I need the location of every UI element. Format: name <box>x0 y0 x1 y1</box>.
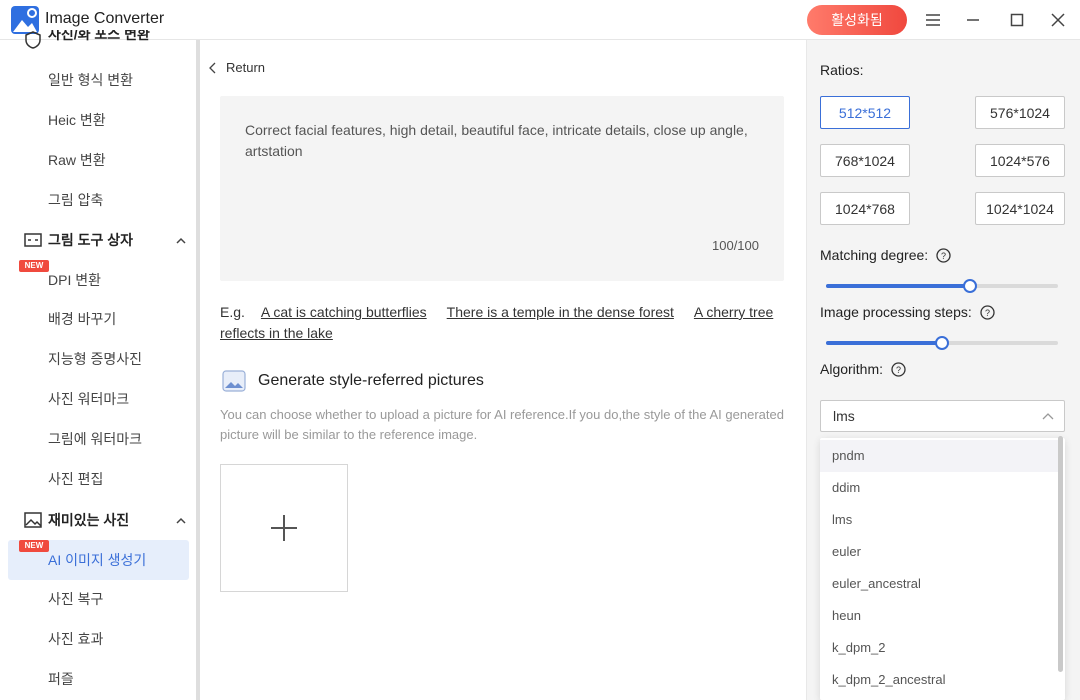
ratio-option-768x1024[interactable]: 768*1024 <box>820 144 910 177</box>
algorithm-option-euler-ancestral[interactable]: euler_ancestral <box>820 568 1058 600</box>
new-badge: NEW <box>19 540 49 552</box>
algorithm-option-ddim[interactable]: ddim <box>820 472 1058 504</box>
sidebar-item-heic[interactable]: Heic 변환 <box>8 100 189 140</box>
example-link[interactable]: A cat is catching butterflies <box>261 304 427 320</box>
sidebar-item-general-format[interactable]: 일반 형식 변환 <box>8 60 189 100</box>
sidebar-group-toolbox[interactable]: 그림 도구 상자 <box>24 230 133 250</box>
picture-icon <box>222 370 246 392</box>
activate-button[interactable]: 활성화됨 <box>807 5 907 35</box>
return-button[interactable]: Return <box>208 60 265 75</box>
matching-degree-slider[interactable] <box>826 279 1058 293</box>
algorithm-select[interactable]: lms <box>820 400 1065 432</box>
plus-icon <box>271 515 297 541</box>
chevron-up-icon[interactable] <box>176 516 186 526</box>
toolbox-icon <box>24 233 42 247</box>
svg-text:?: ? <box>941 251 946 261</box>
algorithm-option-pndm[interactable]: pndm <box>820 440 1058 472</box>
sidebar-group-label: 그림 도구 상자 <box>48 232 134 248</box>
menu-icon[interactable] <box>923 10 943 30</box>
algorithm-option-lms[interactable]: lms <box>820 504 1058 536</box>
style-reference-description: You can choose whether to upload a pictu… <box>220 407 784 442</box>
close-icon[interactable] <box>1048 10 1068 30</box>
slider-fill <box>826 341 942 345</box>
sidebar-item-compress[interactable]: 그림 압축 <box>8 180 189 220</box>
algorithm-dropdown: pndm ddim lms euler euler_ancestral heun… <box>820 438 1065 700</box>
svg-text:?: ? <box>896 365 901 375</box>
sidebar-item-photo-restore[interactable]: 사진 복구 <box>8 579 189 619</box>
help-icon[interactable]: ? <box>891 361 906 377</box>
chevron-up-icon[interactable] <box>176 236 186 246</box>
matching-degree-label: Matching degree: ? <box>820 247 951 263</box>
processing-steps-slider[interactable] <box>826 336 1058 350</box>
help-icon[interactable]: ? <box>980 304 995 320</box>
maximize-icon[interactable] <box>1007 10 1027 30</box>
algorithm-option-heun[interactable]: heun <box>820 600 1058 632</box>
algorithm-label: Algorithm: ? <box>820 361 906 377</box>
sidebar-item-image-watermark[interactable]: 그림에 워터마크 <box>8 419 189 459</box>
ratio-option-1024x1024[interactable]: 1024*1024 <box>975 192 1065 225</box>
ratios-label: Ratios: <box>820 62 864 78</box>
sidebar-group-label: 재미있는 사진 <box>48 512 130 528</box>
sidebar-item-background[interactable]: 배경 바꾸기 <box>8 299 189 339</box>
examples-prefix: E.g. <box>220 304 245 320</box>
ratio-option-512x512[interactable]: 512*512 <box>820 96 910 129</box>
sidebar-item-id-photo[interactable]: 지능형 증명사진 <box>8 339 189 379</box>
ratio-option-576x1024[interactable]: 576*1024 <box>975 96 1065 129</box>
slider-handle[interactable] <box>935 336 949 350</box>
sidebar-item-photo-edit[interactable]: 사진 편집 <box>8 459 189 499</box>
sidebar-group-fun-photo[interactable]: 재미있는 사진 <box>24 510 129 530</box>
algorithm-selected-value: lms <box>833 408 855 424</box>
upload-reference-button[interactable] <box>220 464 348 592</box>
minimize-icon[interactable] <box>963 10 983 30</box>
sidebar-item-dpi[interactable]: DPI 변환 <box>8 260 189 300</box>
app-title: Image Converter <box>45 10 165 27</box>
dropdown-scrollbar[interactable] <box>1058 436 1063 672</box>
prompt-char-count: 100/100 <box>712 238 759 253</box>
prompt-text[interactable]: Correct facial features, high detail, be… <box>245 120 765 162</box>
sidebar-group-photo-convert[interactable]: 사진/화 포스 변환 <box>24 30 150 50</box>
svg-text:?: ? <box>985 308 990 318</box>
sidebar-item-photo-watermark[interactable]: 사진 워터마크 <box>8 379 189 419</box>
prompt-examples: E.g. A cat is catching butterflies There i… <box>220 302 790 344</box>
algorithm-option-euler[interactable]: euler <box>820 536 1058 568</box>
sidebar-item-raw[interactable]: Raw 변환 <box>8 140 189 180</box>
chevron-up-icon <box>1042 413 1054 420</box>
sidebar-item-photo-effect[interactable]: 사진 효과 <box>8 619 189 659</box>
picture-icon <box>24 512 42 528</box>
prompt-input[interactable]: Correct facial features, high detail, be… <box>220 96 784 281</box>
sidebar-group-label: 사진/화 포스 변환 <box>48 30 150 42</box>
ratio-option-1024x576[interactable]: 1024*576 <box>975 144 1065 177</box>
slider-handle[interactable] <box>963 279 977 293</box>
return-label: Return <box>226 60 266 75</box>
help-icon[interactable]: ? <box>936 247 951 263</box>
style-title-text: Generate style-referred pictures <box>258 372 484 389</box>
matching-degree-text: Matching degree: <box>820 247 929 263</box>
chevron-left-icon <box>209 62 216 73</box>
processing-steps-label: Image processing steps: ? <box>820 304 995 320</box>
algorithm-option-k-dpm-2-ancestral[interactable]: k_dpm_2_ancestral <box>820 664 1058 696</box>
algorithm-option-k-dpm-2[interactable]: k_dpm_2 <box>820 632 1058 664</box>
example-link[interactable]: There is a temple in the dense forest <box>447 304 674 320</box>
shield-icon <box>25 31 41 49</box>
title-bar: Image Converter 활성화됨 <box>0 0 1080 40</box>
algorithm-text: Algorithm: <box>820 361 884 377</box>
sidebar-item-puzzle[interactable]: 퍼즐 <box>8 659 189 699</box>
ratio-option-1024x768[interactable]: 1024*768 <box>820 192 910 225</box>
style-reference-title: Generate style-referred pictures <box>222 370 484 392</box>
processing-steps-text: Image processing steps: <box>820 304 972 320</box>
slider-fill <box>826 284 970 288</box>
